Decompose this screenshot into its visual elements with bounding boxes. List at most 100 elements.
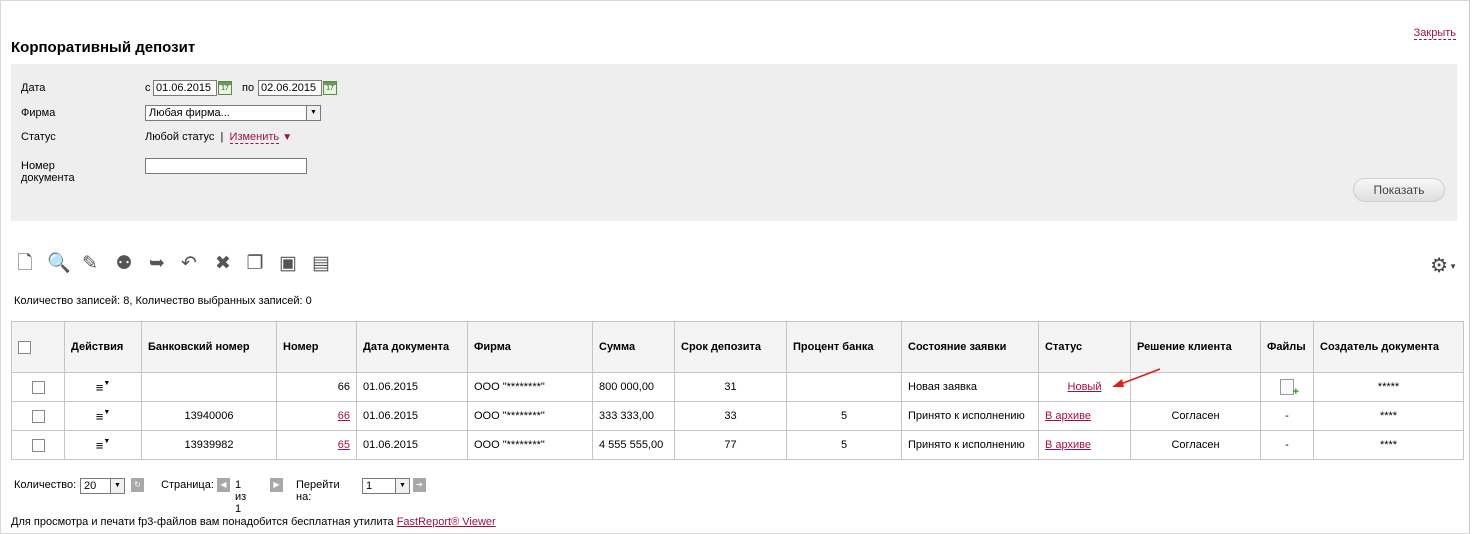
decision-cell: Согласен (1130, 430, 1261, 460)
docnum-input[interactable] (145, 158, 307, 174)
bank-number-cell: 13940006 (141, 401, 277, 431)
row-checkbox[interactable] (31, 380, 45, 394)
go-arrow-icon[interactable]: ➔ (413, 478, 426, 492)
column-header[interactable]: Статус (1038, 321, 1131, 373)
page-indicator: 1 из 1 (235, 479, 247, 515)
column-header[interactable]: Фирма (467, 321, 593, 373)
number-link[interactable]: 65 (338, 439, 350, 451)
column-header[interactable]: Дата документа (356, 321, 468, 373)
chevron-down-icon[interactable]: ▼ (110, 479, 124, 493)
status-link[interactable]: В архиве (1045, 439, 1091, 451)
records-info: Количество записей: 8, Количество выбран… (14, 295, 312, 307)
chevron-down-icon[interactable]: ▼ (1449, 262, 1457, 271)
table-row[interactable]: ≡▼ 66 01.06.2015 ООО "********" 800 000,… (11, 372, 1464, 402)
date-cell: 01.06.2015 (356, 401, 468, 431)
column-header[interactable]: Сумма (592, 321, 675, 373)
refresh-icon[interactable]: ↻ (131, 478, 144, 492)
calendar-from-icon[interactable]: 17 (218, 81, 232, 95)
add-file-icon[interactable] (1280, 379, 1299, 398)
select-all-checkbox[interactable] (18, 340, 31, 354)
row-checkbox[interactable] (31, 438, 45, 452)
column-header[interactable]: Процент банка (786, 321, 902, 373)
footer-note: Для просмотра и печати fp3-файлов вам по… (11, 516, 496, 528)
status-link[interactable]: В архиве (1045, 410, 1091, 422)
state-cell: Принято к исполнению (901, 401, 1039, 431)
column-header[interactable]: Решение клиента (1130, 321, 1261, 373)
percent-cell: 5 (786, 401, 902, 431)
page-label: Страница: (161, 479, 214, 491)
status-filter: Любой статус | Изменить ▼ (145, 131, 292, 144)
firm-cell: ООО "********" (467, 401, 593, 431)
firm-cell: ООО "********" (467, 430, 593, 460)
column-header[interactable]: Банковский номер (141, 321, 277, 373)
chevron-down-icon[interactable]: ▼ (395, 479, 409, 493)
row-checkbox-cell (11, 372, 65, 402)
export-icon[interactable]: ▤ (310, 252, 332, 276)
percent-cell: 5 (786, 430, 902, 460)
sum-cell: 800 000,00 (592, 372, 675, 402)
gear-icon[interactable]: ⚙ (1430, 253, 1448, 278)
chevron-down-icon[interactable]: ▼ (306, 106, 320, 120)
goto-label: Перейти на: (296, 479, 340, 503)
send-icon[interactable]: ➥ (146, 252, 168, 276)
status-change-link[interactable]: Изменить (229, 131, 280, 144)
column-header[interactable]: Номер (276, 321, 357, 373)
goto-select[interactable]: 1 ▼ (362, 478, 410, 494)
close-link[interactable]: Закрыть (1413, 27, 1456, 40)
creator-cell: ***** (1313, 372, 1464, 402)
status-cell: В архиве (1038, 430, 1131, 460)
search-icon[interactable]: 🔍 (47, 252, 71, 276)
sign-icon[interactable]: ⚉ (113, 252, 135, 276)
recall-icon[interactable]: ↶ (178, 252, 200, 276)
next-page-icon[interactable]: ▶ (270, 478, 283, 492)
calendar-to-icon[interactable]: 17 (323, 81, 337, 95)
firm-cell: ООО "********" (467, 372, 593, 402)
status-cell: В архиве (1038, 401, 1131, 431)
column-header[interactable]: Срок депозита (674, 321, 787, 373)
number-link[interactable]: 66 (338, 410, 350, 422)
files-cell: - (1260, 430, 1314, 460)
actions-menu-icon[interactable]: ≡▼ (96, 380, 111, 395)
actions-menu-icon[interactable]: ≡▼ (96, 438, 111, 453)
print-icon[interactable]: ▣ (277, 252, 299, 276)
number-cell: 65 (276, 430, 357, 460)
goto-value: 1 (366, 480, 373, 492)
actions-cell: ≡▼ (64, 430, 142, 460)
annotation-arrow (1112, 368, 1161, 387)
column-header[interactable]: Состояние заявки (901, 321, 1039, 373)
date-from-input[interactable]: 01.06.2015 (153, 80, 217, 96)
date-to-input[interactable]: 02.06.2015 (258, 80, 322, 96)
firm-select[interactable]: Любая фирма... ▼ (145, 105, 321, 121)
firm-select-value: Любая фирма... (149, 107, 230, 119)
table-row[interactable]: ≡▼ 13939982 65 01.06.2015 ООО "********"… (11, 430, 1464, 460)
files-cell (1260, 372, 1314, 402)
row-checkbox[interactable] (31, 409, 45, 423)
table-row[interactable]: ≡▼ 13940006 66 01.06.2015 ООО "********"… (11, 401, 1464, 431)
creator-cell: **** (1313, 401, 1464, 431)
state-cell: Новая заявка (901, 372, 1039, 402)
column-header[interactable]: Файлы (1260, 321, 1314, 373)
delete-icon[interactable]: ✖ (212, 252, 234, 276)
docnum-label: Номер документа (21, 160, 75, 184)
column-header[interactable]: Действия (64, 321, 142, 373)
new-document-icon[interactable]: 🗋 (14, 252, 36, 276)
page-size-select[interactable]: 20 ▼ (80, 478, 125, 494)
edit-icon[interactable]: ✎ (79, 252, 101, 276)
fastreport-link[interactable]: FastReport® Viewer (397, 516, 496, 528)
actions-menu-icon[interactable]: ≡▼ (96, 409, 111, 424)
term-cell: 31 (674, 372, 787, 402)
table-header-row: Действия Банковский номер Номер Дата док… (11, 321, 1464, 373)
status-label: Статус (21, 131, 56, 143)
percent-cell (786, 372, 902, 402)
show-button[interactable]: Показать (1353, 178, 1445, 202)
bank-number-cell (141, 372, 277, 402)
deposit-table: Действия Банковский номер Номер Дата док… (11, 321, 1464, 460)
copy-icon[interactable]: ❐ (244, 252, 266, 276)
prev-page-icon[interactable]: ◀ (217, 478, 230, 492)
select-all-cell (11, 321, 65, 373)
column-header[interactable]: Создатель документа (1313, 321, 1464, 373)
row-checkbox-cell (11, 430, 65, 460)
caret-down-icon[interactable]: ▼ (282, 132, 292, 143)
status-link[interactable]: Новый (1068, 381, 1102, 393)
date-cell: 01.06.2015 (356, 430, 468, 460)
